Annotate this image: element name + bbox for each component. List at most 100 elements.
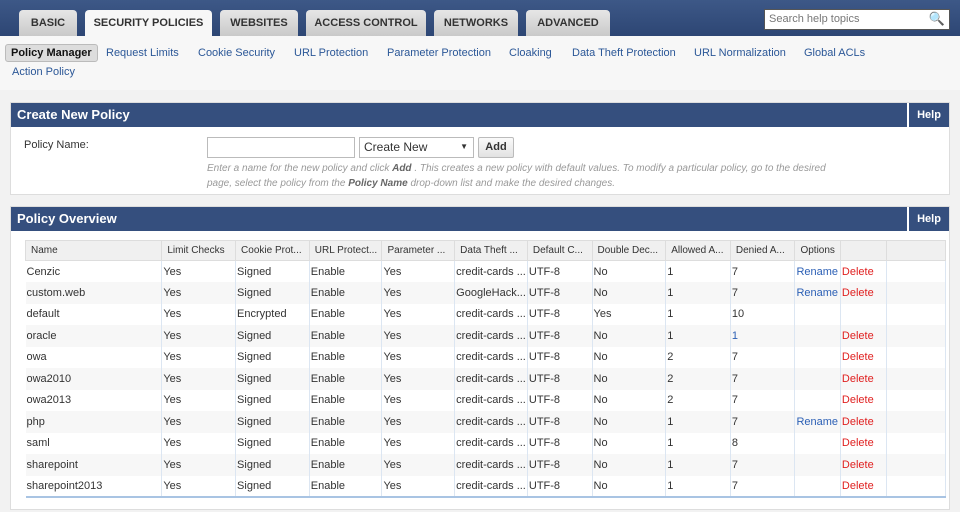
subnav-parameter-protection[interactable]: Parameter Protection	[387, 47, 491, 59]
cell: owa2013	[25, 389, 163, 411]
policy-overview-header: Policy Overview Help	[11, 207, 949, 231]
column-header[interactable]: Default C...	[526, 240, 593, 261]
cell: credit-cards ...	[454, 389, 528, 411]
column-header[interactable]: Allowed A...	[665, 240, 731, 261]
search-placeholder: Search help topics	[769, 13, 860, 25]
cell	[794, 346, 841, 368]
tab-websites[interactable]: WEBSITES	[220, 10, 298, 36]
column-header[interactable]: Data Theft ...	[454, 240, 528, 261]
cell	[886, 368, 946, 390]
cell: credit-cards ...	[454, 368, 528, 390]
tab-networks[interactable]: NETWORKS	[434, 10, 518, 36]
delete-link[interactable]: Delete	[840, 411, 888, 433]
column-header[interactable]: URL Protect...	[308, 240, 383, 261]
cell: credit-cards ...	[454, 454, 528, 476]
cell: Signed	[235, 432, 310, 454]
table-row[interactable]: oracle Yes Signed Enable Yes credit-cards ...…	[25, 325, 946, 347]
column-header[interactable]: Double Dec...	[591, 240, 667, 261]
table-row[interactable]: sharepoint2013 Yes Signed Enable Yes credit-c…	[25, 475, 946, 498]
cell	[886, 346, 946, 368]
table-row[interactable]: Cenzic Yes Signed Enable Yes credit-cards ...…	[25, 260, 946, 282]
cell: credit-cards ...	[454, 260, 528, 282]
top-nav-bar: BASIC SECURITY POLICIES WEBSITES ACCESS …	[0, 0, 960, 37]
cell: owa2010	[25, 368, 163, 390]
table-row[interactable]: php Yes Signed Enable Yes credit-cards ... UTF…	[25, 411, 946, 433]
subnav-url-normalization[interactable]: URL Normalization	[694, 47, 786, 59]
column-header[interactable]: Options	[794, 240, 841, 261]
help-button[interactable]: Help	[907, 207, 949, 231]
cell: sharepoint2013	[25, 475, 163, 498]
cell	[794, 475, 841, 498]
delete-link[interactable]: Delete	[840, 389, 888, 411]
cell	[886, 389, 946, 411]
column-header[interactable]: Parameter ...	[381, 240, 456, 261]
cell	[886, 303, 946, 325]
policy-overview-panel: Policy Overview Help Name Limit Checks Cook…	[10, 206, 950, 510]
subnav-cookie-security[interactable]: Cookie Security	[198, 47, 275, 59]
cell: Yes	[161, 389, 237, 411]
column-header[interactable]	[839, 240, 888, 261]
column-header[interactable]: Limit Checks	[161, 240, 237, 261]
cell	[886, 260, 946, 282]
cell: Signed	[235, 475, 310, 498]
delete-link[interactable]: Delete	[840, 368, 888, 390]
delete-link[interactable]: Delete	[840, 325, 888, 347]
subnav-cloaking[interactable]: Cloaking	[509, 47, 552, 59]
table-row[interactable]: sharepoint Yes Signed Enable Yes credit-cards…	[25, 454, 946, 476]
policy-table: Name Limit Checks Cookie Prot... URL Protec…	[24, 240, 946, 498]
cell	[794, 303, 841, 325]
cell: UTF-8	[527, 368, 593, 390]
cell: 7	[730, 475, 796, 498]
delete-link[interactable]: Delete	[840, 260, 888, 282]
delete-link[interactable]: Delete	[840, 432, 888, 454]
tab-security-policies[interactable]: SECURITY POLICIES	[85, 10, 212, 37]
tab-advanced[interactable]: ADVANCED	[526, 10, 610, 36]
column-header[interactable]: Cookie Prot...	[235, 240, 310, 261]
column-header[interactable]: Name	[24, 240, 163, 261]
cell: Signed	[235, 346, 310, 368]
cell: Yes	[161, 454, 237, 476]
rename-link[interactable]: Rename	[794, 411, 841, 433]
policy-template-select[interactable]: Create New ▼	[359, 137, 474, 158]
cell: 7	[730, 282, 796, 304]
table-row[interactable]: owa2013 Yes Signed Enable Yes credit-cards ..…	[25, 389, 946, 411]
rename-link[interactable]: Rename	[794, 282, 841, 304]
help-text: Enter a name for the new policy and clic…	[207, 163, 826, 189]
cell: Enable	[309, 346, 383, 368]
column-header[interactable]: Denied A...	[729, 240, 796, 261]
cell: 7	[730, 454, 796, 476]
rename-link[interactable]: Rename	[794, 260, 841, 282]
cell: owa	[25, 346, 163, 368]
subnav-global-acls[interactable]: Global ACLs	[804, 47, 865, 59]
panel-title: Policy Overview	[17, 211, 117, 226]
policy-name-input[interactable]	[207, 137, 355, 158]
help-button[interactable]: Help	[907, 103, 949, 127]
search-icon[interactable]: 🔍	[929, 11, 945, 27]
cell: custom.web	[25, 282, 163, 304]
delete-link[interactable]: Delete	[840, 454, 888, 476]
tab-basic[interactable]: BASIC	[19, 10, 77, 36]
search-input[interactable]: Search help topics 🔍	[764, 9, 950, 30]
cell: Enable	[309, 282, 383, 304]
add-button[interactable]: Add	[478, 137, 514, 158]
tab-access-control[interactable]: ACCESS CONTROL	[306, 10, 426, 36]
table-row[interactable]: default Yes Encrypted Enable Yes credit-cards…	[25, 303, 946, 325]
table-row[interactable]: owa2010 Yes Signed Enable Yes credit-cards ..…	[25, 368, 946, 390]
cell: oracle	[25, 325, 163, 347]
delete-link[interactable]: Delete	[840, 475, 888, 498]
table-row[interactable]: custom.web Yes Signed Enable Yes GoogleHack..…	[25, 282, 946, 304]
subnav-policy-manager[interactable]: Policy Manager	[5, 44, 98, 62]
cell: UTF-8	[527, 432, 593, 454]
table-row[interactable]: saml Yes Signed Enable Yes credit-cards ... UT…	[25, 432, 946, 454]
subnav-request-limits[interactable]: Request Limits	[106, 47, 179, 59]
cell: Enable	[309, 303, 383, 325]
delete-link[interactable]: Delete	[840, 346, 888, 368]
delete-link[interactable]: Delete	[840, 282, 888, 304]
subnav-action-policy[interactable]: Action Policy	[12, 66, 75, 78]
subnav-data-theft-protection[interactable]: Data Theft Protection	[572, 47, 676, 59]
cell: GoogleHack...	[454, 282, 528, 304]
subnav-url-protection[interactable]: URL Protection	[294, 47, 368, 59]
cell: 7	[730, 368, 796, 390]
column-header[interactable]	[886, 240, 946, 261]
table-row[interactable]: owa Yes Signed Enable Yes credit-cards ... UTF…	[25, 346, 946, 368]
